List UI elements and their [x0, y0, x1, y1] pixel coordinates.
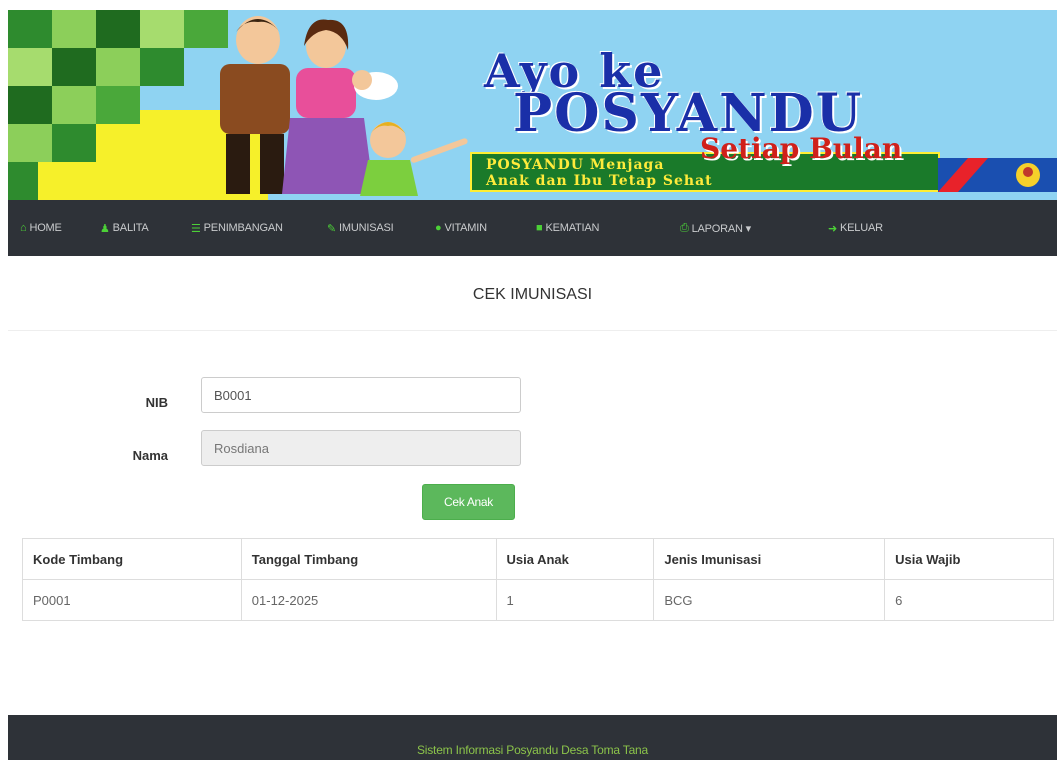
footer: Sistem Informasi Posyandu Desa Toma Tana [8, 715, 1057, 760]
nib-field[interactable] [201, 377, 521, 413]
banner-title-line3: Setiap Bulan [700, 132, 903, 165]
nav-kematian[interactable]: ■ KEMATIAN [536, 220, 599, 236]
home-icon: ⌂ [20, 222, 27, 234]
nav-keluar[interactable]: ➜ KELUAR [828, 220, 883, 236]
title-divider [8, 330, 1057, 331]
nav-home[interactable]: ⌂ HOME [20, 220, 62, 236]
nav-balita[interactable]: ♟ BALITA [100, 220, 149, 236]
nav-vitamin[interactable]: ● VITAMIN [435, 220, 487, 236]
print-icon: ⎙ [680, 221, 689, 234]
cell-tanggal-timbang: 01-12-2025 [240, 579, 497, 621]
col-header-tanggal-timbang: Tanggal Timbang [240, 538, 497, 580]
cell-usia-anak: 1 [495, 579, 655, 621]
cell-usia-wajib: 6 [884, 579, 1054, 621]
cell-kode-timbang: P0001 [22, 579, 242, 621]
banner-slogan-line2: Anak dan Ibu Tetap Sehat [486, 173, 713, 189]
nama-field[interactable] [201, 430, 521, 466]
syringe-icon: ✎ [327, 222, 337, 235]
user-icon: ♟ [100, 222, 110, 235]
table-header-row: Kode Timbang Tanggal Timbang Usia Anak J… [22, 538, 1054, 580]
nav-vitamin-label: VITAMIN [444, 222, 487, 234]
drop-icon: ● [435, 222, 442, 234]
file-icon: ■ [536, 222, 543, 234]
nav-penimbangan-label: PENIMBANGAN [203, 222, 283, 234]
logout-icon: ➜ [828, 222, 838, 235]
header-banner: Ayo ke POSYANDU POSYANDU Menjaga Anak da… [8, 10, 1057, 200]
list-icon: ☰ [191, 222, 201, 235]
col-header-jenis-imunisasi: Jenis Imunisasi [653, 538, 886, 580]
banner-stripe-decoration [938, 158, 1057, 192]
nav-balita-label: BALITA [112, 222, 149, 234]
nama-label: Nama [132, 448, 168, 463]
nav-keluar-label: KELUAR [840, 222, 883, 234]
table-row: P0001 01-12-2025 1 BCG 6 [22, 579, 1054, 621]
footer-text: Sistem Informasi Posyandu Desa Toma Tana [416, 743, 648, 757]
family-illustration [220, 16, 468, 196]
col-header-kode-timbang: Kode Timbang [22, 538, 242, 580]
nav-laporan-dropdown[interactable]: ⎙ LAPORAN ▾ [680, 220, 751, 236]
cek-anak-button[interactable]: Cek Anak [422, 484, 515, 520]
app-frame: Ayo ke POSYANDU POSYANDU Menjaga Anak da… [8, 10, 1057, 760]
nib-label: NIB [145, 395, 168, 410]
nav-penimbangan[interactable]: ☰ PENIMBANGAN [191, 220, 283, 236]
cell-jenis-imunisasi: BCG [653, 579, 886, 621]
nav-home-label: HOME [29, 222, 62, 234]
col-header-usia-wajib: Usia Wajib [884, 538, 1054, 580]
page-title: CEK IMUNISASI [472, 286, 593, 303]
nav-kematian-label: KEMATIAN [545, 222, 600, 234]
nav-laporan-label: LAPORAN ▾ [691, 222, 752, 235]
main-navbar: ⌂ HOME ♟ BALITA ☰ PENIMBANGAN ✎ IMUNISAS… [8, 200, 1057, 256]
banner-slogan-line1: POSYANDU Menjaga [486, 157, 665, 173]
nav-imunisasi-label: IMUNISASI [339, 222, 394, 234]
imunisasi-table: Kode Timbang Tanggal Timbang Usia Anak J… [22, 538, 1054, 621]
nav-imunisasi[interactable]: ✎ IMUNISASI [327, 220, 394, 236]
col-header-usia-anak: Usia Anak [495, 538, 655, 580]
